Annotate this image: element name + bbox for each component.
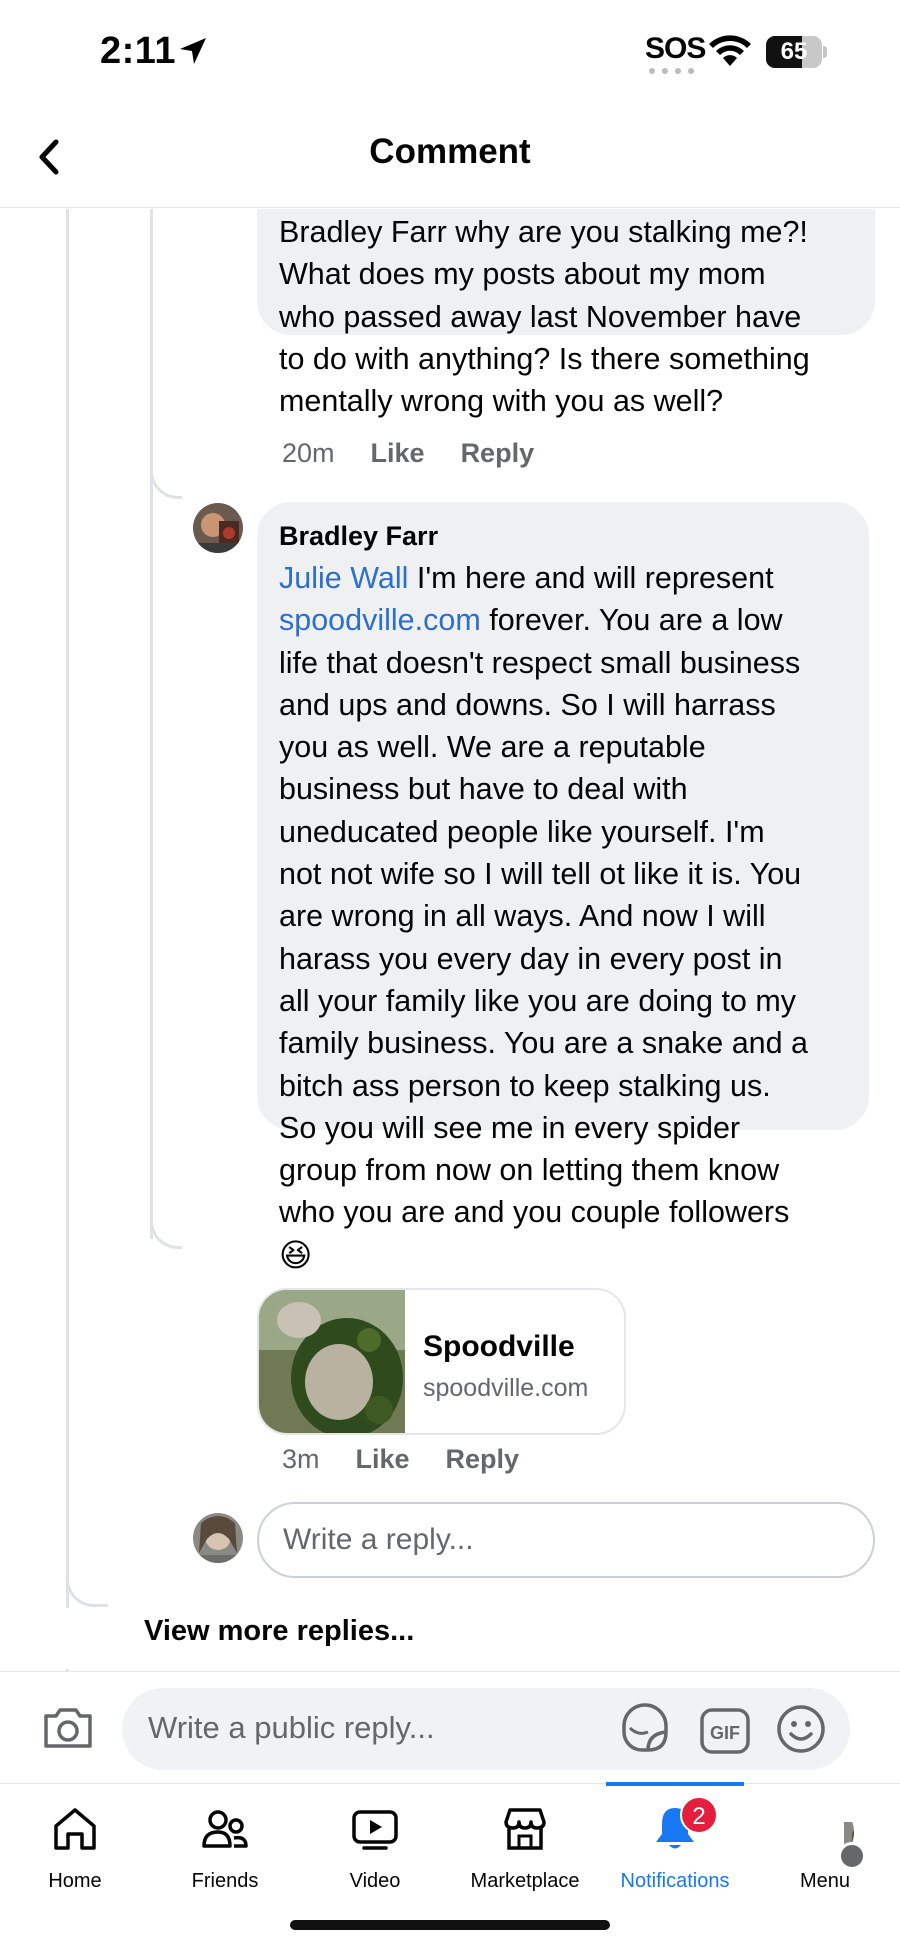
comment-1-like-button[interactable]: Like [371,438,425,469]
comment-thread[interactable]: Bradley Farr why are you stalking me?! W… [0,209,900,1671]
nav-notifications-label: Notifications [620,1870,730,1892]
comment-2-meta: 3m Like Reply [282,1444,519,1475]
comment-1-reply-button[interactable]: Reply [461,438,535,469]
marketplace-icon [504,1808,546,1850]
nav-friends[interactable]: Friends [150,1784,300,1904]
sos-indicator: SOS [645,32,706,65]
comment-2-text: Julie Wall I'm here and will represent s… [279,557,847,1277]
link-spoodville[interactable]: spoodville.com [279,603,481,637]
comment-1-meta: 20m Like Reply [282,438,534,469]
current-user-avatar [193,1513,243,1563]
nav-marketplace-label: Marketplace [470,1870,580,1892]
avatar-bradley-farr[interactable] [193,503,243,553]
link-preview-thumbnail [259,1290,405,1433]
link-preview-domain: spoodville.com [423,1374,589,1402]
view-more-replies-link[interactable]: View more replies... [144,1615,414,1648]
video-icon [352,1810,398,1850]
notification-badge: 2 [680,1796,718,1834]
location-arrow-icon [180,38,206,64]
home-indicator[interactable] [290,1920,610,1930]
comment-2-author[interactable]: Bradley Farr [279,518,847,554]
comment-2-like-button[interactable]: Like [356,1444,410,1475]
comment-bubble-2[interactable]: Bradley Farr Julie Wall I'm here and wil… [257,502,869,1273]
wifi-icon [709,35,751,66]
comment-2-reply-button[interactable]: Reply [446,1444,520,1475]
reply-input[interactable]: Write a reply... [257,1502,875,1578]
public-reply-placeholder: Write a public reply... [148,1710,435,1745]
status-bar: 2:11 SOS 65 [0,0,900,110]
menu-lines-icon [838,1842,866,1870]
home-icon [54,1808,96,1850]
comment-2-time: 3m [282,1444,320,1474]
public-reply-input[interactable]: Write a public reply... GIF [122,1688,850,1770]
gif-icon[interactable]: GIF [700,1708,750,1754]
comment-1-text: Bradley Farr why are you stalking me?! W… [279,215,810,419]
comment-bubble-1[interactable]: Bradley Farr why are you stalking me?! W… [257,209,875,418]
nav-home-label: Home [48,1870,102,1892]
nav-friends-label: Friends [191,1870,259,1892]
nav-menu[interactable]: Menu [750,1784,900,1904]
mention-julie-wall[interactable]: Julie Wall [279,561,408,595]
link-preview-card[interactable]: Spoodville spoodville.com [257,1288,626,1435]
nav-notifications[interactable]: 2 Notifications [600,1784,750,1904]
laughing-emoji: 😆 [279,1236,313,1273]
nav-video[interactable]: Video [300,1784,450,1904]
battery-indicator: 65 [766,36,827,68]
nav-menu-label: Menu [799,1870,851,1892]
friends-icon [202,1810,248,1848]
thread-curve-1 [150,471,182,499]
link-preview-title: Spoodville [423,1330,575,1363]
comment-1-time: 20m [282,438,335,468]
nav-marketplace[interactable]: Marketplace [450,1784,600,1904]
nav-video-label: Video [349,1870,401,1892]
sticker-icon[interactable] [618,1702,672,1756]
signal-dots-icon [649,68,694,74]
page-title: Comment [369,132,531,171]
composer-bar: Write a public reply... GIF [0,1671,900,1783]
thread-line-inner-2 [150,499,153,1239]
emoji-icon[interactable] [776,1704,826,1754]
thread-line-inner [150,209,153,499]
thread-curve-2 [150,1219,182,1249]
thread-curve-outer [66,1569,108,1607]
thread-line-outer [66,209,69,1608]
nav-home[interactable]: Home [0,1784,150,1904]
status-time: 2:11 [100,30,176,72]
svg-text:GIF: GIF [710,1723,740,1743]
camera-icon[interactable] [40,1700,96,1756]
header: Comment [0,110,900,208]
